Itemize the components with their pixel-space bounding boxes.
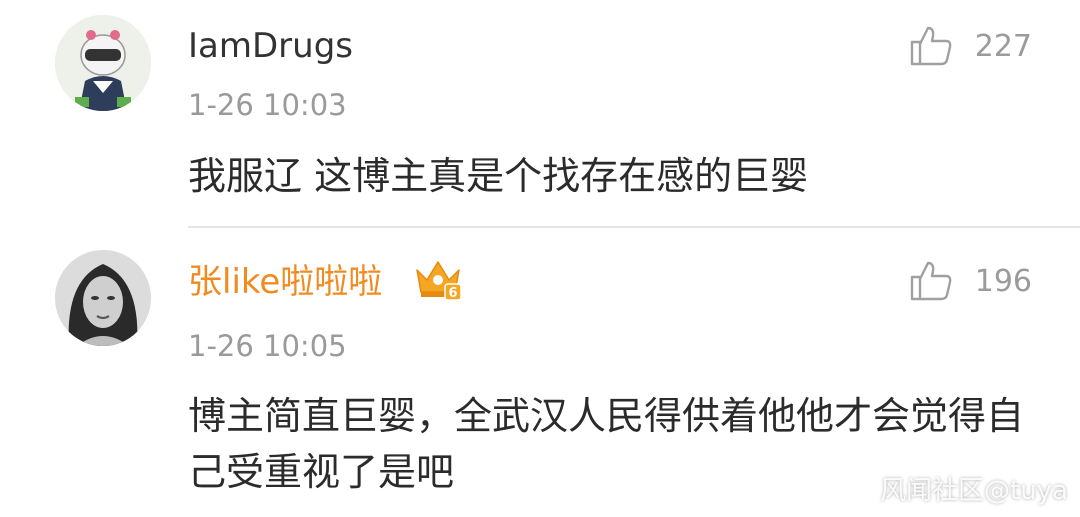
like-thumb-icon[interactable] [908, 22, 954, 68]
vip-crown-icon[interactable]: 6 [413, 256, 463, 302]
divider [188, 226, 1080, 228]
comment-time: 1-26 10:05 [188, 329, 347, 363]
username[interactable]: 张like啦啦啦 [188, 262, 382, 302]
comment-time: 1-26 10:03 [188, 88, 347, 122]
like-count: 227 [974, 29, 1032, 64]
like-thumb-icon[interactable] [908, 257, 954, 303]
comment-text: 我服辽 这博主真是个找存在感的巨婴 [188, 154, 809, 198]
watermark: 风闻社区@tuya [880, 476, 1068, 506]
vip-level-label: 6 [448, 286, 457, 301]
avatar[interactable] [55, 250, 151, 346]
avatar[interactable] [55, 15, 151, 111]
username[interactable]: IamDrugs [188, 26, 353, 66]
like-count: 196 [974, 264, 1032, 299]
